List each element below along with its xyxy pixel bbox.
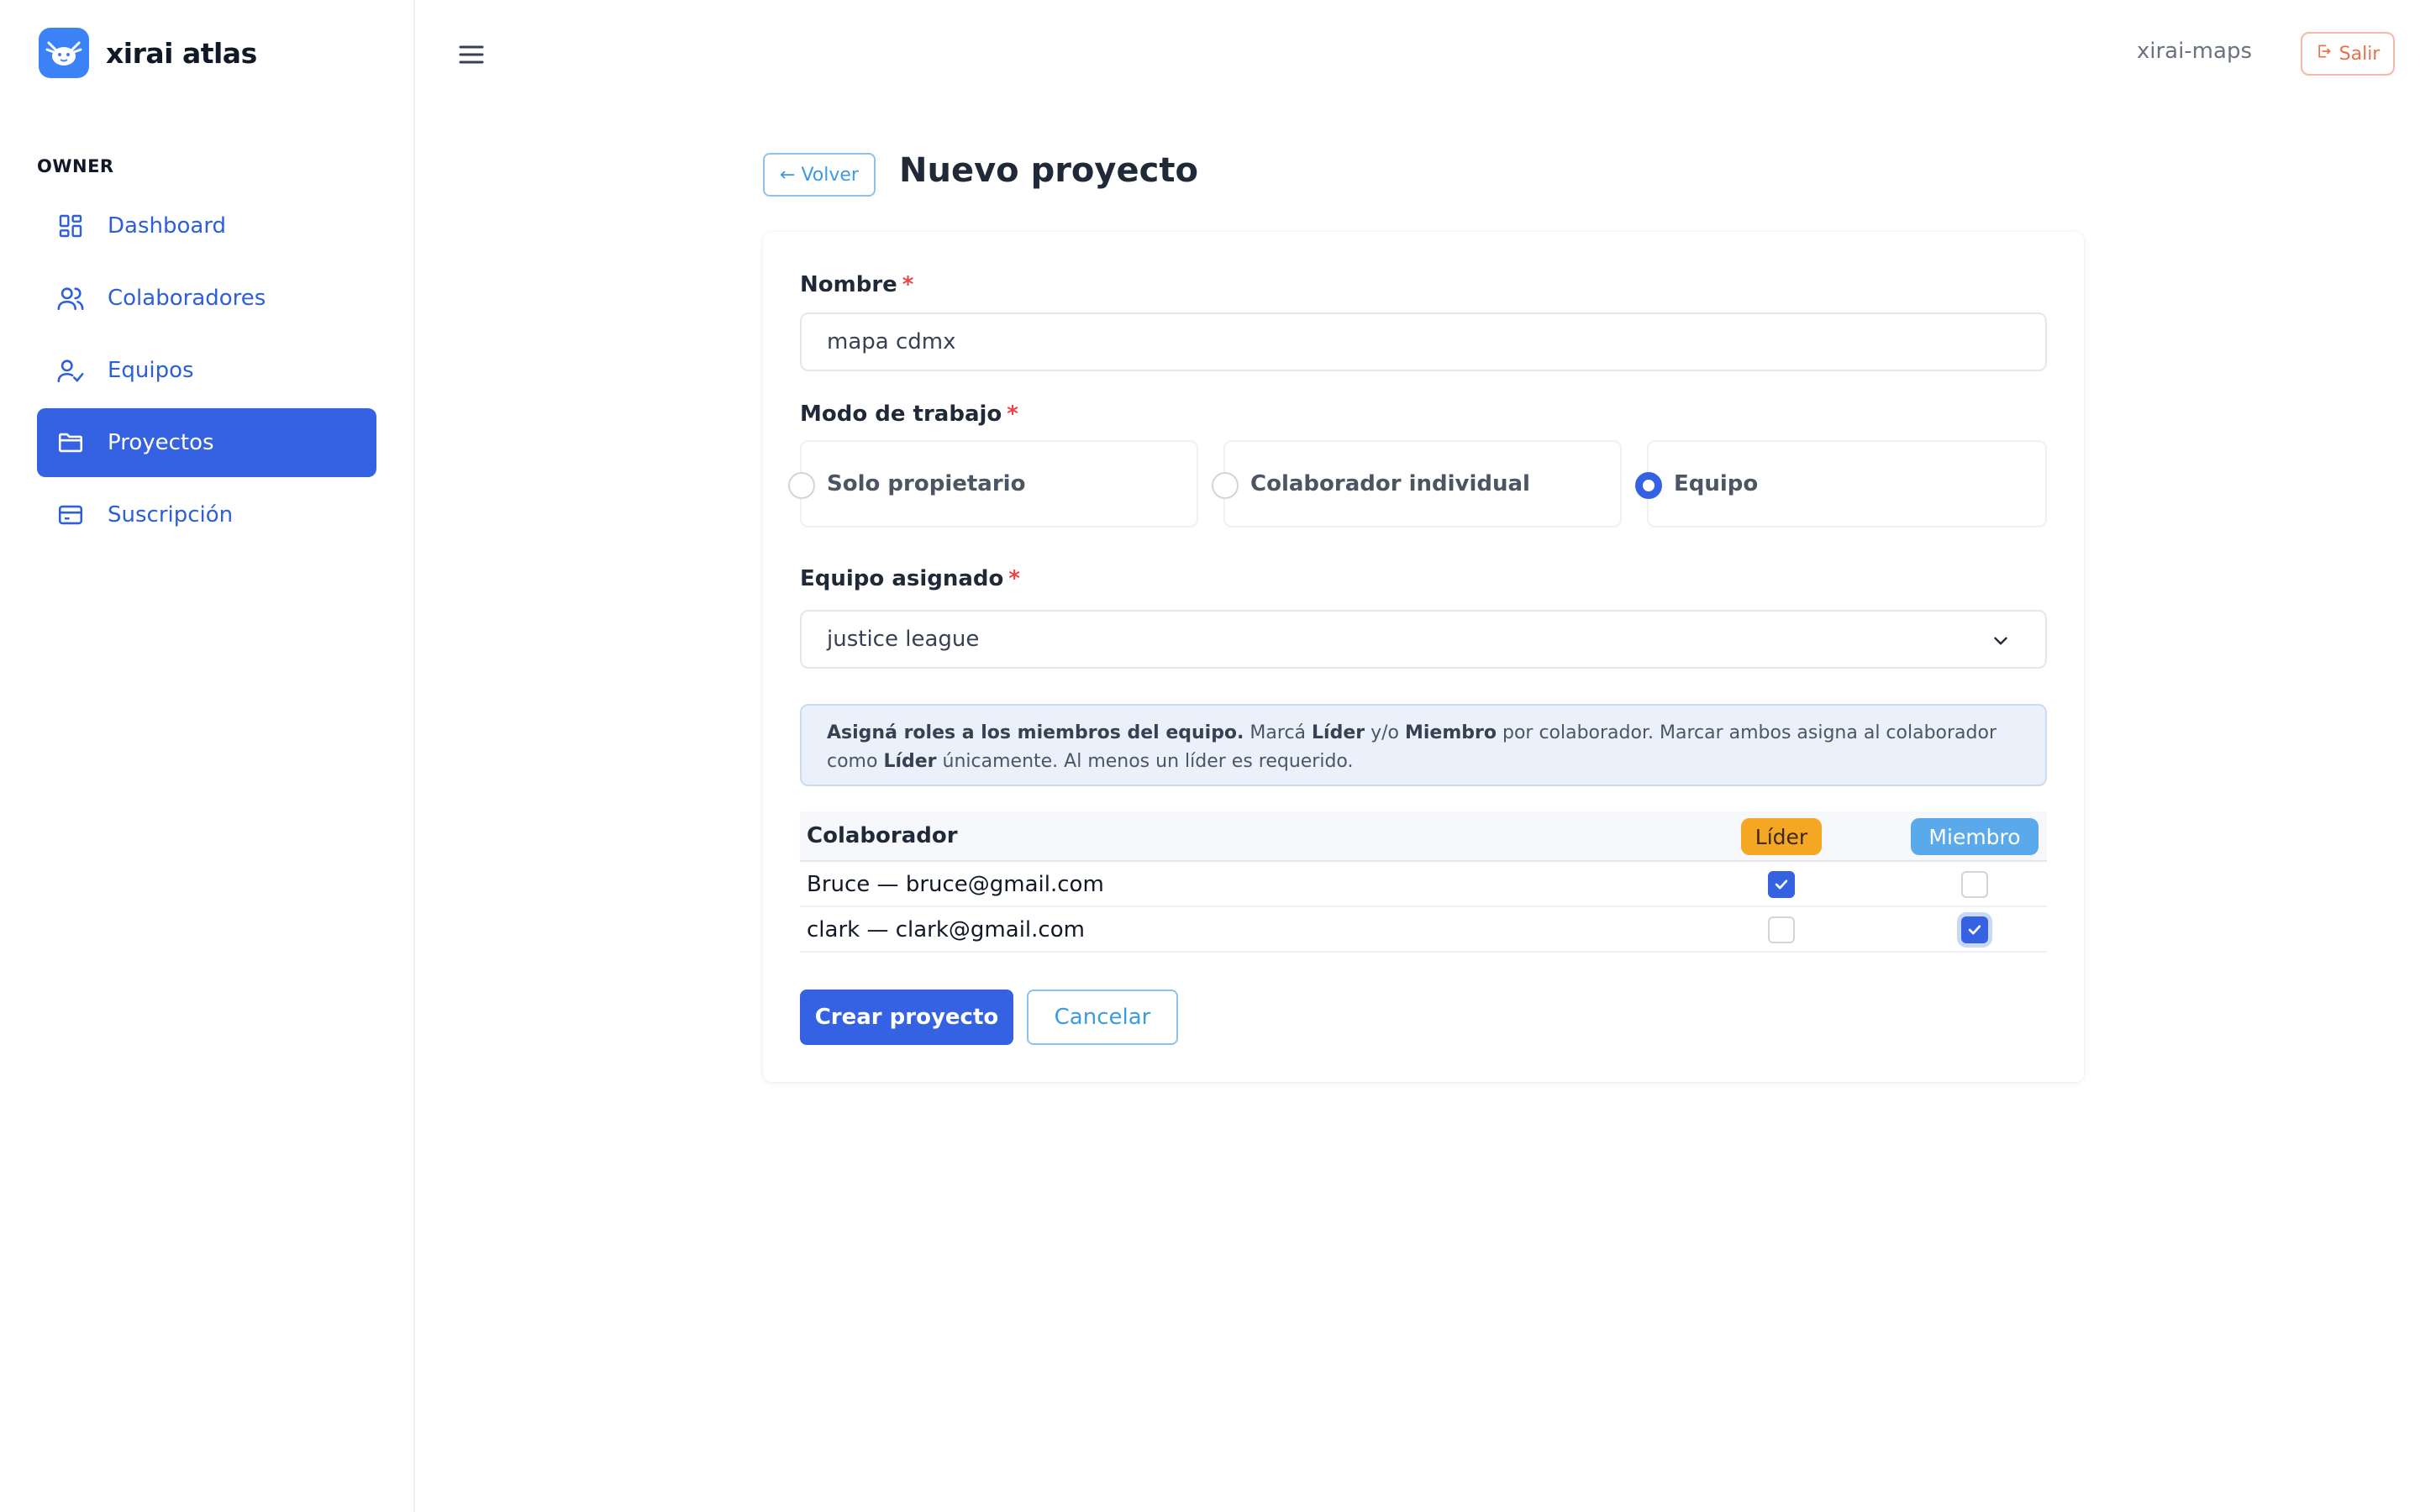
- folder-icon: [54, 426, 87, 459]
- logout-icon: [2316, 43, 2333, 65]
- sidebar-item-suscripcion[interactable]: Suscripción: [37, 480, 376, 549]
- roles-table-header: Colaborador Líder Miembro: [800, 811, 2047, 862]
- page-title: Nuevo proyecto: [899, 151, 1198, 190]
- logout-label: Salir: [2338, 43, 2381, 65]
- logout-button[interactable]: Salir: [2301, 32, 2395, 76]
- hamburger-icon[interactable]: [455, 40, 489, 69]
- roles-info-box: Asigná roles a los miembros del equipo. …: [800, 704, 2047, 786]
- radio-indicator: [788, 472, 815, 499]
- users-icon: [54, 281, 87, 315]
- radio-label: Solo propietario: [827, 471, 1026, 496]
- check-icon: [1968, 925, 1981, 935]
- col-collaborator-header: Colaborador: [807, 823, 958, 848]
- brand[interactable]: xirai atlas: [39, 27, 257, 79]
- sidebar: xirai atlas OWNER Dashboard Colaboradore…: [0, 0, 415, 1512]
- sidebar-item-dashboard[interactable]: Dashboard: [37, 192, 376, 260]
- radio-solo-propietario[interactable]: Solo propietario: [788, 440, 1198, 528]
- sidebar-item-label: Dashboard: [108, 213, 227, 239]
- radio-equipo[interactable]: Equipo: [1635, 440, 2047, 528]
- back-button[interactable]: ← Volver: [763, 153, 876, 197]
- sidebar-item-label: Proyectos: [108, 430, 214, 455]
- radio-colaborador-individual[interactable]: Colaborador individual: [1212, 440, 1622, 528]
- cancel-button[interactable]: Cancelar: [1027, 990, 1178, 1045]
- credit-card-icon: [54, 498, 87, 532]
- table-row: clark — clark@gmail.com: [800, 907, 2047, 953]
- work-mode-radio-group: Solo propietario Colaborador individual …: [788, 440, 2047, 528]
- collaborator-name: clark — clark@gmail.com: [807, 917, 1085, 942]
- radio-label: Colaborador individual: [1250, 471, 1530, 496]
- radio-indicator: [1212, 472, 1239, 499]
- org-name[interactable]: xirai-maps: [2137, 39, 2252, 64]
- chevron-down-icon: [1990, 630, 2012, 658]
- nav-section-label: OWNER: [37, 156, 114, 176]
- member-badge: Miembro: [1911, 818, 2039, 855]
- sidebar-item-equipos[interactable]: Equipos: [37, 336, 376, 405]
- roles-table: Colaborador Líder Miembro Bruce — bruce@…: [800, 811, 2047, 953]
- name-label: Nombre *: [800, 272, 914, 297]
- leader-checkbox[interactable]: [1768, 916, 1795, 943]
- team-select-value: justice league: [827, 627, 980, 652]
- leader-checkbox[interactable]: [1768, 871, 1795, 898]
- user-check-icon: [54, 354, 87, 387]
- sidebar-item-colaboradores[interactable]: Colaboradores: [37, 264, 376, 333]
- check-icon: [1775, 879, 1788, 890]
- dashboard-icon: [54, 209, 87, 243]
- create-project-button[interactable]: Crear proyecto: [800, 990, 1013, 1045]
- project-name-input[interactable]: [800, 312, 2047, 371]
- member-checkbox[interactable]: [1961, 916, 1988, 943]
- work-mode-label: Modo de trabajo *: [800, 402, 1018, 427]
- brand-name: xirai atlas: [106, 36, 257, 70]
- radio-label: Equipo: [1674, 471, 1759, 496]
- member-checkbox[interactable]: [1961, 871, 1988, 898]
- sidebar-item-label: Suscripción: [108, 502, 234, 528]
- sidebar-nav: Dashboard Colaboradores Equipos Proyecto…: [37, 192, 376, 553]
- table-row: Bruce — bruce@gmail.com: [800, 862, 2047, 907]
- project-form: Nombre* Modo de trabajo* Solo propietari…: [763, 232, 2084, 1082]
- collaborator-name: Bruce — bruce@gmail.com: [807, 872, 1104, 897]
- axolotl-icon: [39, 28, 89, 78]
- radio-indicator: [1635, 472, 1662, 499]
- sidebar-item-label: Equipos: [108, 358, 194, 383]
- team-label: Equipo asignado *: [800, 566, 1021, 591]
- back-label: ← Volver: [780, 164, 859, 186]
- team-select[interactable]: justice league: [800, 610, 2047, 669]
- sidebar-item-proyectos[interactable]: Proyectos: [37, 408, 376, 477]
- leader-badge: Líder: [1741, 818, 1822, 855]
- sidebar-item-label: Colaboradores: [108, 286, 266, 311]
